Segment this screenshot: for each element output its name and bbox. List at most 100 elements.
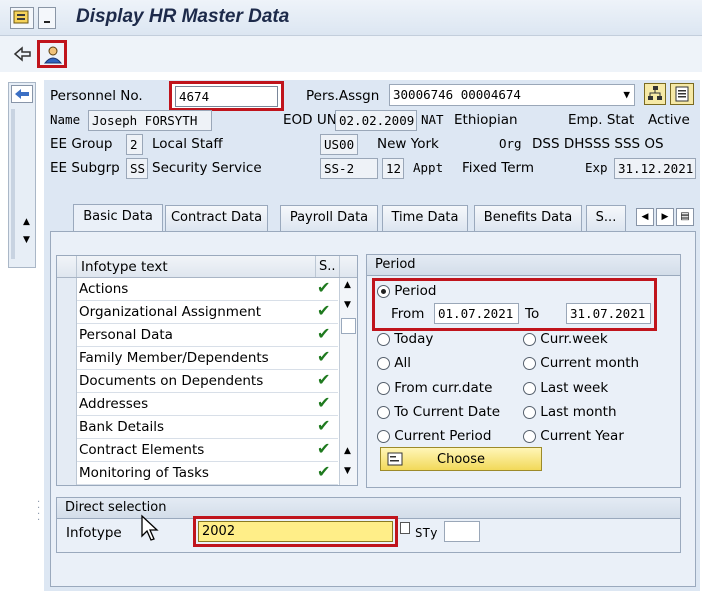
org-structure-icon[interactable] bbox=[644, 83, 666, 105]
check-icon: ✔ bbox=[317, 393, 331, 412]
infotype-table: Infotype text S.. Actions ✔ Organizationa… bbox=[56, 255, 358, 486]
infotype-highlight: 2002 bbox=[193, 516, 398, 547]
table-row[interactable]: Documents on Dependents ✔ bbox=[57, 370, 338, 393]
personnel-no-input[interactable]: 4674 bbox=[175, 86, 278, 107]
tab-time-data[interactable]: Time Data bbox=[382, 205, 468, 231]
dropdown-arrow-icon[interactable] bbox=[38, 7, 56, 29]
exp-field: 31.12.2021 bbox=[614, 158, 696, 179]
eod-label: EOD UN bbox=[283, 112, 337, 128]
emp-stat-value: Active bbox=[648, 112, 690, 128]
table-row[interactable]: Actions ✔ bbox=[57, 278, 338, 301]
radio-all[interactable]: All bbox=[377, 355, 411, 371]
col-infotype-text[interactable]: Infotype text bbox=[81, 259, 168, 275]
tab-basic-data[interactable]: Basic Data bbox=[73, 204, 163, 232]
menu-icon[interactable] bbox=[10, 7, 34, 29]
scroll-up-icon[interactable]: ▲ bbox=[344, 280, 351, 290]
tab-contract-data[interactable]: Contract Data bbox=[165, 205, 268, 231]
select-all-cell[interactable] bbox=[57, 256, 77, 277]
table-row[interactable]: Organizational Assignment ✔ bbox=[57, 301, 338, 324]
nat-label: NAT bbox=[421, 112, 444, 127]
radio-last-month[interactable]: Last month bbox=[523, 404, 617, 420]
check-icon: ✔ bbox=[317, 370, 331, 389]
check-icon: ✔ bbox=[317, 439, 331, 458]
master-data-button[interactable] bbox=[37, 40, 67, 68]
tab-payroll-data[interactable]: Payroll Data bbox=[280, 205, 378, 231]
pa-code: US00 bbox=[320, 134, 358, 155]
pers-assgn-label: Pers.Assgn bbox=[306, 88, 380, 104]
radio-today[interactable]: Today bbox=[377, 331, 433, 347]
tab-list-icon[interactable]: ▤ bbox=[676, 208, 694, 226]
col-status[interactable]: S.. bbox=[319, 259, 336, 274]
scroll-thumb[interactable] bbox=[341, 318, 356, 334]
tab-scroll-left-icon[interactable]: ◀ bbox=[636, 208, 654, 226]
pers-assgn-value: 30006746 00004674 bbox=[393, 87, 521, 102]
scroll-up-icon[interactable]: ▲ bbox=[344, 446, 351, 456]
radio-curr-week[interactable]: Curr.week bbox=[523, 331, 608, 347]
nat-value: Ethiopian bbox=[454, 112, 518, 128]
navigation-sidebar: ▲ ▼ bbox=[8, 82, 36, 268]
other-personnel-icon[interactable] bbox=[12, 44, 34, 64]
pa-text: New York bbox=[377, 136, 439, 152]
subtype-input[interactable] bbox=[444, 521, 480, 542]
scroll-down-icon[interactable]: ▼ bbox=[23, 235, 30, 245]
table-row[interactable]: Contract Elements ✔ bbox=[57, 439, 338, 462]
to-date-input[interactable]: 31.07.2021 bbox=[566, 303, 651, 324]
radio-period[interactable]: Period bbox=[377, 283, 436, 299]
table-row[interactable]: Monitoring of Tasks ✔ bbox=[57, 462, 338, 485]
table-row[interactable]: Addresses ✔ bbox=[57, 393, 338, 416]
name-field: Joseph FORSYTH bbox=[88, 110, 212, 131]
infotype-input[interactable]: 2002 bbox=[198, 521, 393, 542]
check-icon: ✔ bbox=[317, 416, 331, 435]
exp-label: Exp bbox=[585, 160, 608, 175]
tab-benefits-data[interactable]: Benefits Data bbox=[474, 205, 582, 231]
grade-field: SS-2 bbox=[320, 158, 378, 179]
emp-stat-label: Emp. Stat bbox=[568, 112, 635, 128]
radio-from-curr-date[interactable]: From curr.date bbox=[377, 380, 492, 396]
period-group-title: Period bbox=[367, 255, 680, 276]
ee-group-text: Local Staff bbox=[152, 136, 223, 152]
scroll-down-icon[interactable]: ▼ bbox=[344, 300, 351, 310]
to-label: To bbox=[525, 306, 540, 322]
personnel-no-label: Personnel No. bbox=[50, 88, 143, 104]
table-header: Infotype text S.. bbox=[57, 256, 357, 278]
radio-current-year[interactable]: Current Year bbox=[523, 428, 624, 444]
ee-group-code: 2 bbox=[126, 134, 143, 155]
eod-field: 02.02.2009 bbox=[335, 110, 417, 131]
radio-current-period[interactable]: Current Period bbox=[377, 428, 491, 444]
scroll-up-icon[interactable]: ▲ bbox=[23, 217, 30, 227]
application-toolbar bbox=[0, 36, 702, 72]
table-row[interactable]: Personal Data ✔ bbox=[57, 324, 338, 347]
name-label: Name bbox=[50, 112, 81, 127]
from-date-input[interactable]: 01.07.2021 bbox=[434, 303, 519, 324]
ee-subgrp-text: Security Service bbox=[152, 160, 262, 176]
org-value: DSS DHSSS SSS OS bbox=[532, 136, 664, 152]
radio-to-current-date[interactable]: To Current Date bbox=[377, 404, 500, 420]
tab-scroll-right-icon[interactable]: ▶ bbox=[656, 208, 674, 226]
overview-icon[interactable] bbox=[670, 83, 694, 105]
person-icon bbox=[43, 46, 63, 64]
pers-assgn-select[interactable]: 30006746 00004674 ▼ bbox=[389, 84, 635, 106]
radio-button[interactable] bbox=[377, 284, 390, 298]
check-icon: ✔ bbox=[317, 278, 331, 297]
radio-last-week[interactable]: Last week bbox=[523, 380, 608, 396]
scroll-down-icon[interactable]: ▼ bbox=[344, 466, 351, 476]
ee-group-label: EE Group bbox=[50, 136, 113, 152]
check-icon: ✔ bbox=[317, 324, 331, 343]
chevron-down-icon[interactable]: ▼ bbox=[623, 85, 630, 104]
table-row[interactable]: Bank Details ✔ bbox=[57, 416, 338, 439]
mouse-cursor-icon bbox=[140, 514, 160, 546]
table-scrollbar[interactable]: ▲ ▼ ▲ ▼ bbox=[339, 278, 357, 485]
back-arrow-icon[interactable] bbox=[11, 85, 33, 103]
appt-value: Fixed Term bbox=[462, 160, 534, 176]
check-icon: ✔ bbox=[317, 347, 331, 366]
sty-label: STy bbox=[415, 525, 438, 540]
choose-button[interactable]: Choose bbox=[380, 447, 542, 471]
column-settings-icon[interactable] bbox=[339, 256, 357, 277]
ee-subgrp-code: SS bbox=[126, 158, 148, 179]
sidebar-splitter[interactable] bbox=[11, 109, 15, 259]
radio-current-month[interactable]: Current month bbox=[523, 355, 639, 371]
splitter-handle[interactable]: · · · · bbox=[37, 498, 41, 540]
value-help-icon[interactable] bbox=[400, 522, 410, 534]
table-row[interactable]: Family Member/Dependents ✔ bbox=[57, 347, 338, 370]
tab-more[interactable]: S... bbox=[586, 205, 626, 231]
